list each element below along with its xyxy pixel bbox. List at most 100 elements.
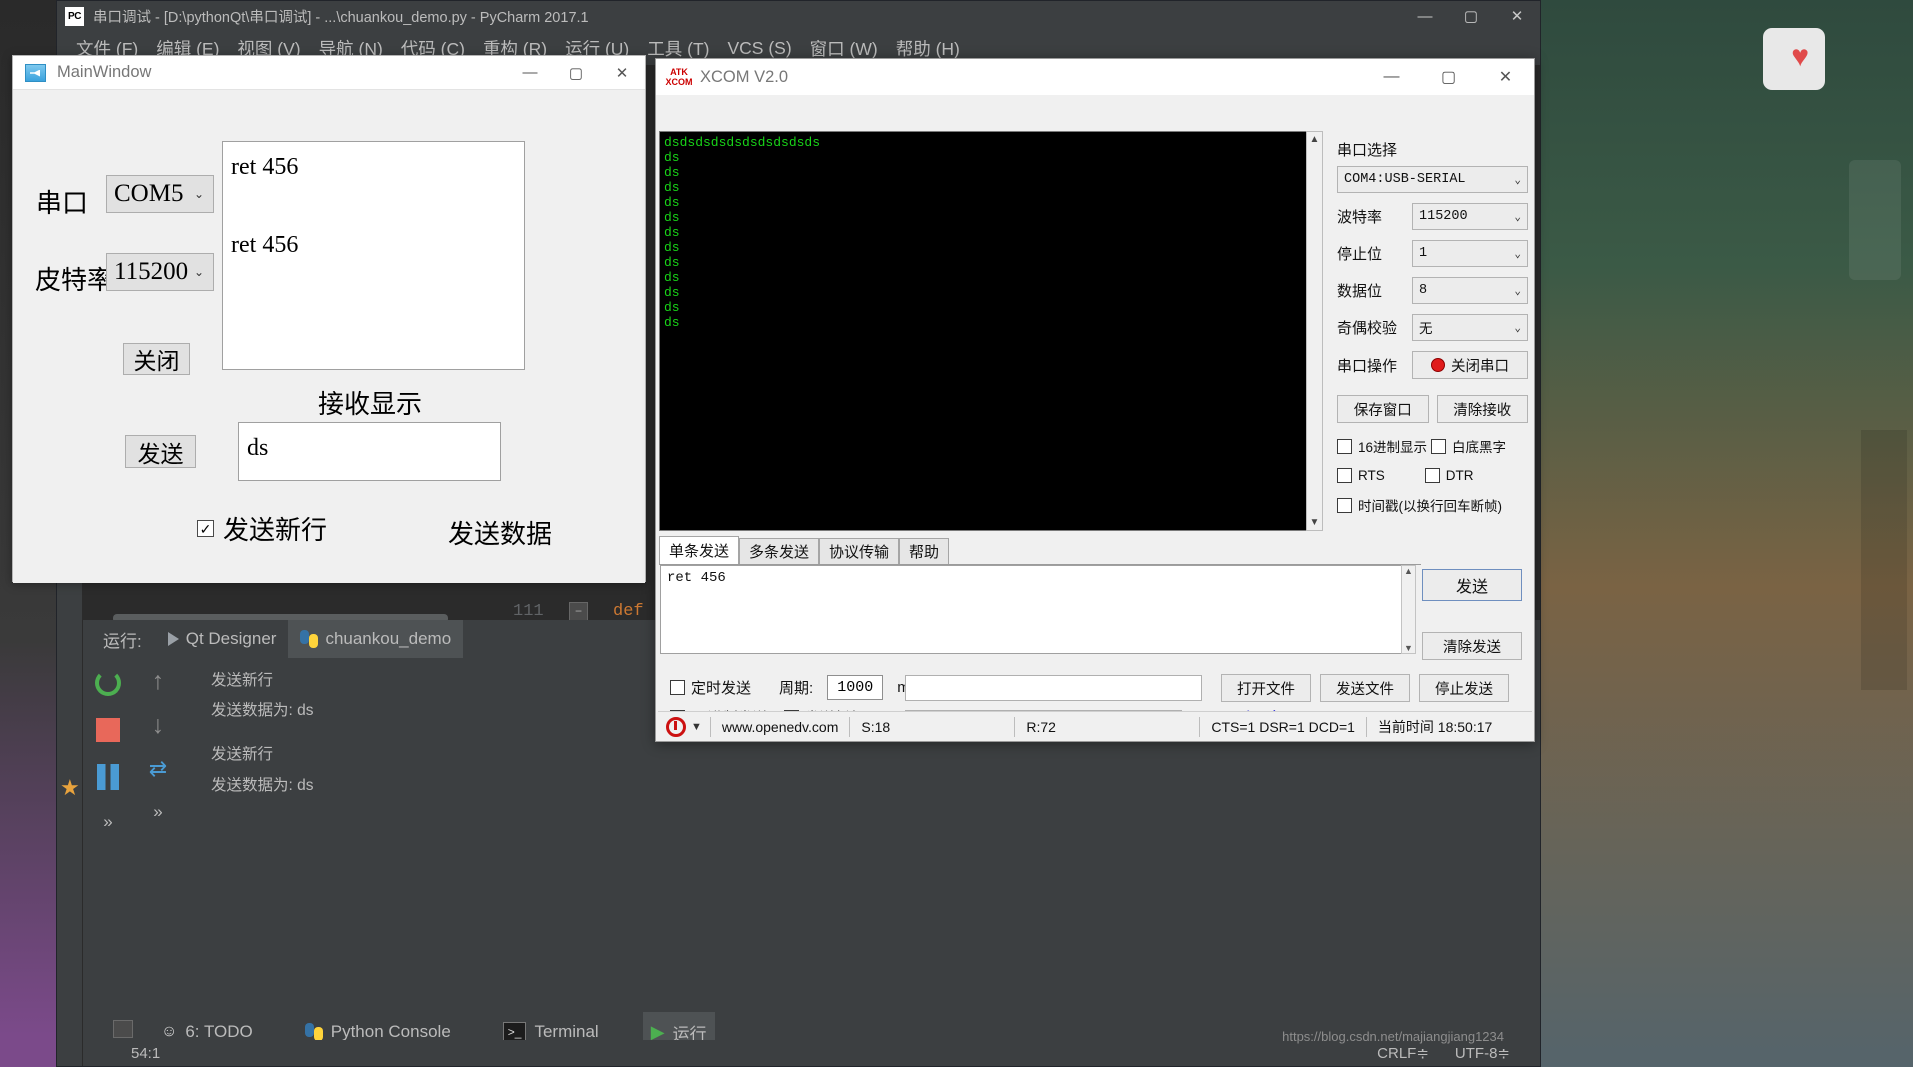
send-scroll-down-icon[interactable]: ▼ bbox=[1404, 643, 1413, 653]
xcom-databit-label: 数据位 bbox=[1337, 283, 1383, 300]
blog-watermark: https://blog.csdn.net/majiangjiang1234 bbox=[1282, 1029, 1504, 1044]
terminal-line: ds bbox=[664, 240, 680, 255]
status-caret-position[interactable]: 54:1 bbox=[83, 1040, 160, 1066]
status-dropdown-icon[interactable]: ▼ bbox=[691, 721, 710, 733]
more-icon-1[interactable]: » bbox=[103, 812, 112, 832]
run-panel-label: 运行: bbox=[103, 631, 142, 651]
xcom-parity-select[interactable]: 无 ⌄ bbox=[1412, 314, 1528, 341]
xcom-rts-label: RTS bbox=[1358, 468, 1385, 483]
xcom-clear-send-button[interactable]: 清除发送 bbox=[1422, 632, 1522, 660]
xcom-period-label: 周期: bbox=[779, 680, 814, 697]
qt-newline-checkbox[interactable]: ✓ 发送新行 bbox=[197, 510, 327, 547]
tab-help[interactable]: 帮助 bbox=[899, 538, 950, 564]
run-tab-qt-designer-label: Qt Designer bbox=[185, 629, 277, 648]
wallpaper-heart-glyph: ♥ bbox=[1791, 40, 1809, 73]
xcom-port-select[interactable]: COM4:USB-SERIAL ⌄ bbox=[1337, 166, 1528, 193]
qt-maximize-icon[interactable]: ▢ bbox=[553, 56, 599, 90]
run-tab-chuankou-demo[interactable]: chuankou_demo bbox=[288, 620, 464, 658]
xcom-rts-checkbox[interactable]: RTS bbox=[1337, 468, 1385, 483]
xcom-window-controls: — ▢ ✕ bbox=[1363, 59, 1534, 95]
down-icon[interactable]: ↓ bbox=[152, 713, 165, 738]
terminal-line: ds bbox=[664, 150, 680, 165]
status-line-separator[interactable]: CRLF≑ bbox=[1377, 1044, 1429, 1062]
xcom-close-icon[interactable]: ✕ bbox=[1477, 59, 1534, 95]
more-icon-2[interactable]: » bbox=[153, 802, 162, 822]
xcom-minimize-icon[interactable]: — bbox=[1363, 59, 1420, 95]
send-scroll-up-icon[interactable]: ▲ bbox=[1404, 566, 1413, 576]
editor-bottom-square-icon bbox=[113, 1020, 133, 1038]
tool-window-todo-label: 6: TODO bbox=[185, 1022, 253, 1041]
xcom-maximize-icon[interactable]: ▢ bbox=[1420, 59, 1477, 95]
xcom-receive-terminal[interactable]: dsdsdsdsdsdsdsdsdsds ds ds ds ds ds ds d… bbox=[659, 131, 1312, 531]
xcom-dtr-checkbox[interactable]: DTR bbox=[1424, 468, 1474, 483]
editor-fold-marker[interactable]: − bbox=[569, 602, 588, 621]
pause-icon[interactable] bbox=[97, 764, 119, 790]
tab-protocol-transfer[interactable]: 协议传输 bbox=[819, 538, 900, 564]
xcom-stopbit-select[interactable]: 1 ⌄ bbox=[1412, 240, 1528, 267]
xcom-hex-display-label: 16进制显示 bbox=[1358, 440, 1428, 455]
status-encoding[interactable]: UTF-8≑ bbox=[1455, 1044, 1510, 1062]
editor-line-number-111: 111 bbox=[513, 602, 544, 621]
qt-app-icon bbox=[25, 63, 46, 82]
qt-receive-textarea[interactable]: ret 456 ret 456 bbox=[222, 141, 525, 370]
qt-port-label: 串口 bbox=[36, 189, 89, 218]
tab-single-send[interactable]: 单条发送 bbox=[659, 536, 740, 564]
pycharm-logo-icon: PC bbox=[65, 6, 84, 26]
pycharm-minimize-icon[interactable]: — bbox=[1402, 1, 1448, 31]
run-tab-qt-designer[interactable]: Qt Designer bbox=[156, 620, 289, 658]
scroll-up-icon[interactable]: ▲ bbox=[1310, 134, 1320, 145]
tab-multi-send[interactable]: 多条发送 bbox=[739, 538, 820, 564]
xcom-parity-row: 奇偶校验 无 ⌄ bbox=[1337, 314, 1528, 341]
terminal-line: ds bbox=[664, 225, 680, 240]
xcom-timestamp-checkbox[interactable]: 时间戳(以换行回车断帧) bbox=[1337, 495, 1528, 515]
qt-newline-checkbox-box: ✓ bbox=[197, 520, 214, 537]
up-icon[interactable]: ↑ bbox=[152, 669, 165, 694]
xcom-send-textarea[interactable]: ret 456 bbox=[660, 565, 1413, 654]
qt-send-input[interactable]: ds bbox=[238, 422, 501, 481]
qt-send-button[interactable]: 发送 bbox=[125, 435, 196, 468]
run-tab-chuankou-demo-label: chuankou_demo bbox=[325, 629, 452, 648]
xcom-hex-display-checkbox[interactable]: 16进制显示 bbox=[1337, 436, 1427, 456]
xcom-timed-send-label: 定时发送 bbox=[691, 680, 752, 697]
xcom-databit-select[interactable]: 8 ⌄ bbox=[1412, 277, 1528, 304]
qt-baud-combobox[interactable]: 115200 ⌄ bbox=[106, 253, 214, 291]
qt-titlebar: MainWindow — ▢ ✕ bbox=[13, 56, 645, 90]
xcom-checkbox-row-1: 16进制显示 白底黑字 bbox=[1337, 436, 1528, 456]
xcom-clear-receive-button[interactable]: 清除接收 bbox=[1436, 395, 1528, 423]
xcom-open-file-button[interactable]: 打开文件 bbox=[1221, 674, 1311, 702]
xcom-white-bg-label: 白底黑字 bbox=[1452, 440, 1507, 455]
pycharm-maximize-icon[interactable]: ▢ bbox=[1448, 1, 1494, 31]
qt-minimize-icon[interactable]: — bbox=[507, 56, 553, 90]
soft-wrap-icon[interactable]: ⇄ bbox=[149, 758, 167, 780]
qt-newline-checkbox-label: 发送新行 bbox=[223, 516, 328, 545]
qt-port-combobox[interactable]: COM5 ⌄ bbox=[106, 175, 214, 213]
menu-vcs[interactable]: VCS (S) bbox=[718, 36, 800, 61]
xcom-baud-select[interactable]: 115200 ⌄ bbox=[1412, 203, 1528, 230]
qt-close-button[interactable]: 关闭 bbox=[123, 343, 190, 375]
xcom-send-file-button[interactable]: 发送文件 bbox=[1320, 674, 1410, 702]
xcom-logo-icon: ATK XCOM bbox=[666, 66, 693, 88]
xcom-logo-top: ATK bbox=[670, 67, 688, 77]
xcom-period-input[interactable]: 1000 bbox=[827, 675, 884, 700]
terminal-line: ds bbox=[664, 315, 680, 330]
terminal-line: ds bbox=[664, 270, 680, 285]
xcom-close-port-button[interactable]: 关闭串口 bbox=[1412, 351, 1528, 379]
xcom-baud-label: 波特率 bbox=[1337, 209, 1383, 226]
xcom-timed-send-checkbox[interactable]: 定时发送 bbox=[670, 677, 751, 698]
scroll-down-icon[interactable]: ▼ bbox=[1310, 517, 1320, 528]
xcom-file-path-input[interactable] bbox=[905, 675, 1202, 701]
xcom-save-window-button[interactable]: 保存窗口 bbox=[1337, 395, 1429, 423]
qt-window-controls: — ▢ ✕ bbox=[507, 56, 645, 90]
xcom-white-bg-checkbox[interactable]: 白底黑字 bbox=[1431, 436, 1506, 456]
xcom-timed-send-box bbox=[670, 680, 685, 695]
stop-icon[interactable] bbox=[96, 718, 120, 742]
pycharm-close-icon[interactable]: ✕ bbox=[1494, 1, 1540, 31]
xcom-send-button[interactable]: 发送 bbox=[1422, 569, 1522, 601]
xcom-timestamp-label: 时间戳(以换行回车断帧) bbox=[1358, 499, 1502, 514]
rerun-icon[interactable] bbox=[95, 670, 121, 696]
qt-close-icon[interactable]: ✕ bbox=[599, 56, 645, 90]
xcom-terminal-scrollbar[interactable]: ▲ ▼ bbox=[1306, 131, 1323, 531]
xcom-port-operation-label: 串口操作 bbox=[1337, 357, 1398, 375]
xcom-stop-send-button[interactable]: 停止发送 bbox=[1419, 674, 1509, 702]
xcom-send-scrollbar[interactable]: ▲ ▼ bbox=[1401, 565, 1416, 654]
